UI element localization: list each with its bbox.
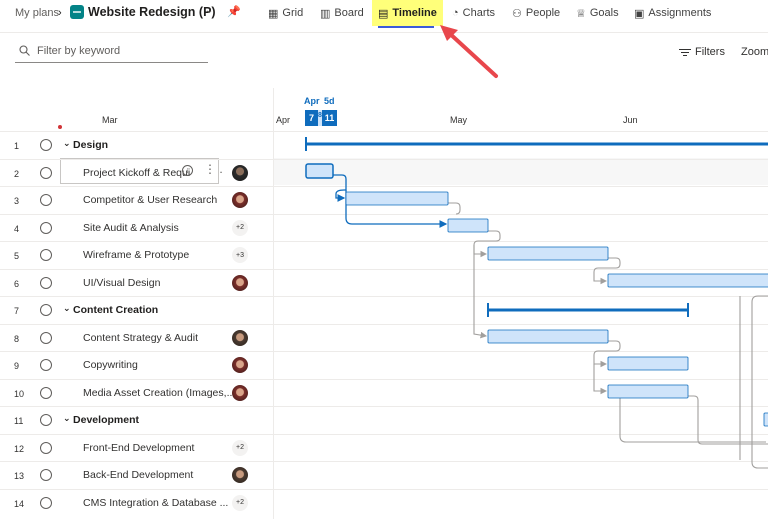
task-bar-kickoff[interactable] <box>305 163 334 179</box>
task-bar-site-audit[interactable] <box>447 218 489 233</box>
gantt-chart <box>305 25 768 469</box>
annotation-arrow <box>440 25 498 78</box>
task-bar-ui-design[interactable] <box>607 273 768 288</box>
task-bar-content-strategy[interactable] <box>487 329 609 344</box>
task-bar-wireframe[interactable] <box>487 246 609 261</box>
summary-bar-content-creation[interactable] <box>487 303 689 317</box>
task-bar-development[interactable] <box>763 412 768 427</box>
task-bar-media-assets[interactable] <box>607 384 689 399</box>
summary-bar-design[interactable] <box>305 137 768 151</box>
task-bar-copywriting[interactable] <box>607 356 689 371</box>
task-bar-research[interactable] <box>345 191 449 206</box>
